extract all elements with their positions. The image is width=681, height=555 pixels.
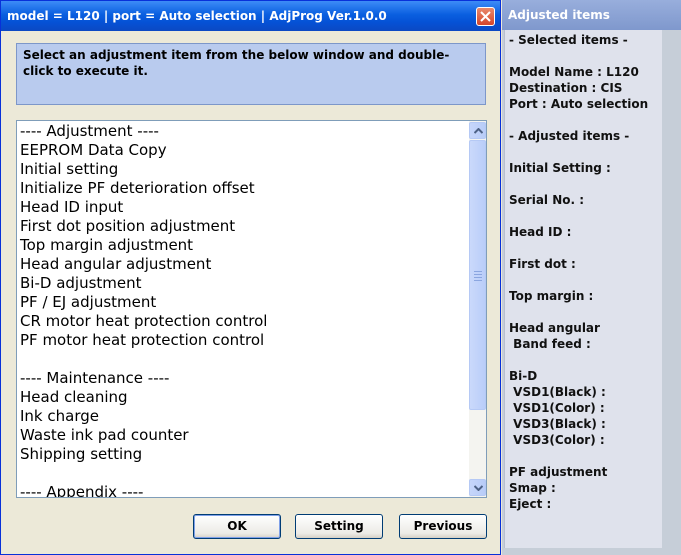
chevron-up-icon: [474, 128, 483, 134]
adjusted-items-text: - Selected items - Model Name : L120 Desti…: [509, 32, 648, 512]
list-item[interactable]: Initial setting: [20, 160, 468, 179]
scroll-thumb[interactable]: [469, 140, 486, 410]
adjusted-item-line: Smap :: [509, 481, 556, 495]
ok-button[interactable]: OK: [193, 514, 281, 539]
adjusted-items-panel: - Selected items - Model Name : L120 Desti…: [504, 30, 662, 548]
adjusted-item-line: [509, 112, 648, 128]
instruction-box: Select an adjustment item from the below…: [16, 43, 486, 105]
adjusted-items-window: Adjusted items - Selected items - Model N…: [502, 0, 681, 555]
list-item[interactable]: PF / EJ adjustment: [20, 293, 468, 312]
adjusted-item-line: Serial No. :: [509, 193, 585, 207]
adjusted-item-line: VSD1(Color) :: [509, 401, 605, 415]
list-item[interactable]: EEPROM Data Copy: [20, 141, 468, 160]
adjusted-item-line: Head ID :: [509, 225, 572, 239]
adjprog-window: model = L120 | port = Auto selection | A…: [0, 0, 501, 555]
adjusted-item-line: Eject :: [509, 497, 552, 511]
adjusted-item-line: - Selected items -: [509, 33, 628, 47]
adjusted-item-line: Initial Setting :: [509, 161, 611, 175]
list-item[interactable]: CR motor heat protection control: [20, 312, 468, 331]
list-item[interactable]: Initialize PF deterioration offset: [20, 179, 468, 198]
adjusted-item-line: [509, 208, 648, 224]
thumb-grip: [474, 274, 482, 275]
adjusted-item-line: Bi-D: [509, 369, 538, 383]
list-item[interactable]: Shipping setting: [20, 445, 468, 464]
list-section-header[interactable]: ---- Adjustment ----: [20, 122, 468, 141]
adjusted-item-line: [509, 48, 648, 64]
adjusted-item-line: VSD3(Black) :: [509, 417, 606, 431]
setting-button[interactable]: Setting: [295, 514, 383, 539]
list-item[interactable]: Head cleaning: [20, 388, 468, 407]
adjusted-item-line: VSD1(Black) :: [509, 385, 606, 399]
thumb-grip: [474, 271, 482, 272]
adjusted-item-line: [509, 304, 648, 320]
adjusted-item-line: Head angular: [509, 321, 600, 335]
list-scrollbar[interactable]: [469, 121, 486, 497]
adjusted-item-line: First dot :: [509, 257, 576, 271]
adjusted-item-line: [509, 240, 648, 256]
adjusted-item-line: - Adjusted items -: [509, 129, 630, 143]
side-scroll-track: [664, 30, 681, 548]
chevron-down-icon: [474, 485, 483, 491]
list-items: ---- Adjustment ---- EEPROM Data Copy Init…: [20, 122, 468, 497]
list-item[interactable]: Top margin adjustment: [20, 236, 468, 255]
window-titlebar[interactable]: model = L120 | port = Auto selection | A…: [1, 1, 500, 31]
adjusted-item-line: [509, 448, 648, 464]
list-item[interactable]: Bi-D adjustment: [20, 274, 468, 293]
close-button[interactable]: [476, 7, 495, 26]
list-item[interactable]: PF motor heat protection control: [20, 331, 468, 350]
list-item[interactable]: Waste ink pad counter: [20, 426, 468, 445]
scroll-up-button[interactable]: [469, 122, 486, 139]
previous-button[interactable]: Previous: [399, 514, 487, 539]
side-title: Adjusted items: [508, 8, 610, 22]
adjusted-item-line: PF adjustment: [509, 465, 608, 479]
adjusted-item-line: [509, 176, 648, 192]
list-item[interactable]: First dot position adjustment: [20, 217, 468, 236]
adjusted-item-line: Band feed :: [509, 337, 591, 351]
side-titlebar[interactable]: Adjusted items: [502, 0, 681, 30]
adjusted-item-line: [509, 272, 648, 288]
adjusted-item-line: VSD3(Color) :: [509, 433, 605, 447]
list-item[interactable]: Head angular adjustment: [20, 255, 468, 274]
list-item[interactable]: Ink charge: [20, 407, 468, 426]
adjusted-item-line: [509, 144, 648, 160]
scroll-down-button[interactable]: [469, 479, 486, 496]
window-title: model = L120 | port = Auto selection | A…: [7, 9, 387, 23]
thumb-grip: [474, 280, 482, 281]
thumb-grip: [474, 277, 482, 278]
list-section-header[interactable]: ---- Maintenance ----: [20, 369, 468, 388]
adjustment-listbox[interactable]: ---- Adjustment ---- EEPROM Data Copy Init…: [16, 120, 487, 498]
adjusted-item-line: Port : Auto selection: [509, 97, 649, 111]
adjusted-item-line: Model Name : L120: [509, 65, 639, 79]
adjusted-item-line: Destination : CIS: [509, 81, 623, 95]
list-section-header[interactable]: ---- Appendix ----: [20, 483, 468, 497]
adjusted-item-line: [509, 352, 648, 368]
adjusted-item-line: Top margin :: [509, 289, 594, 303]
list-item[interactable]: Head ID input: [20, 198, 468, 217]
close-icon: [480, 11, 491, 22]
